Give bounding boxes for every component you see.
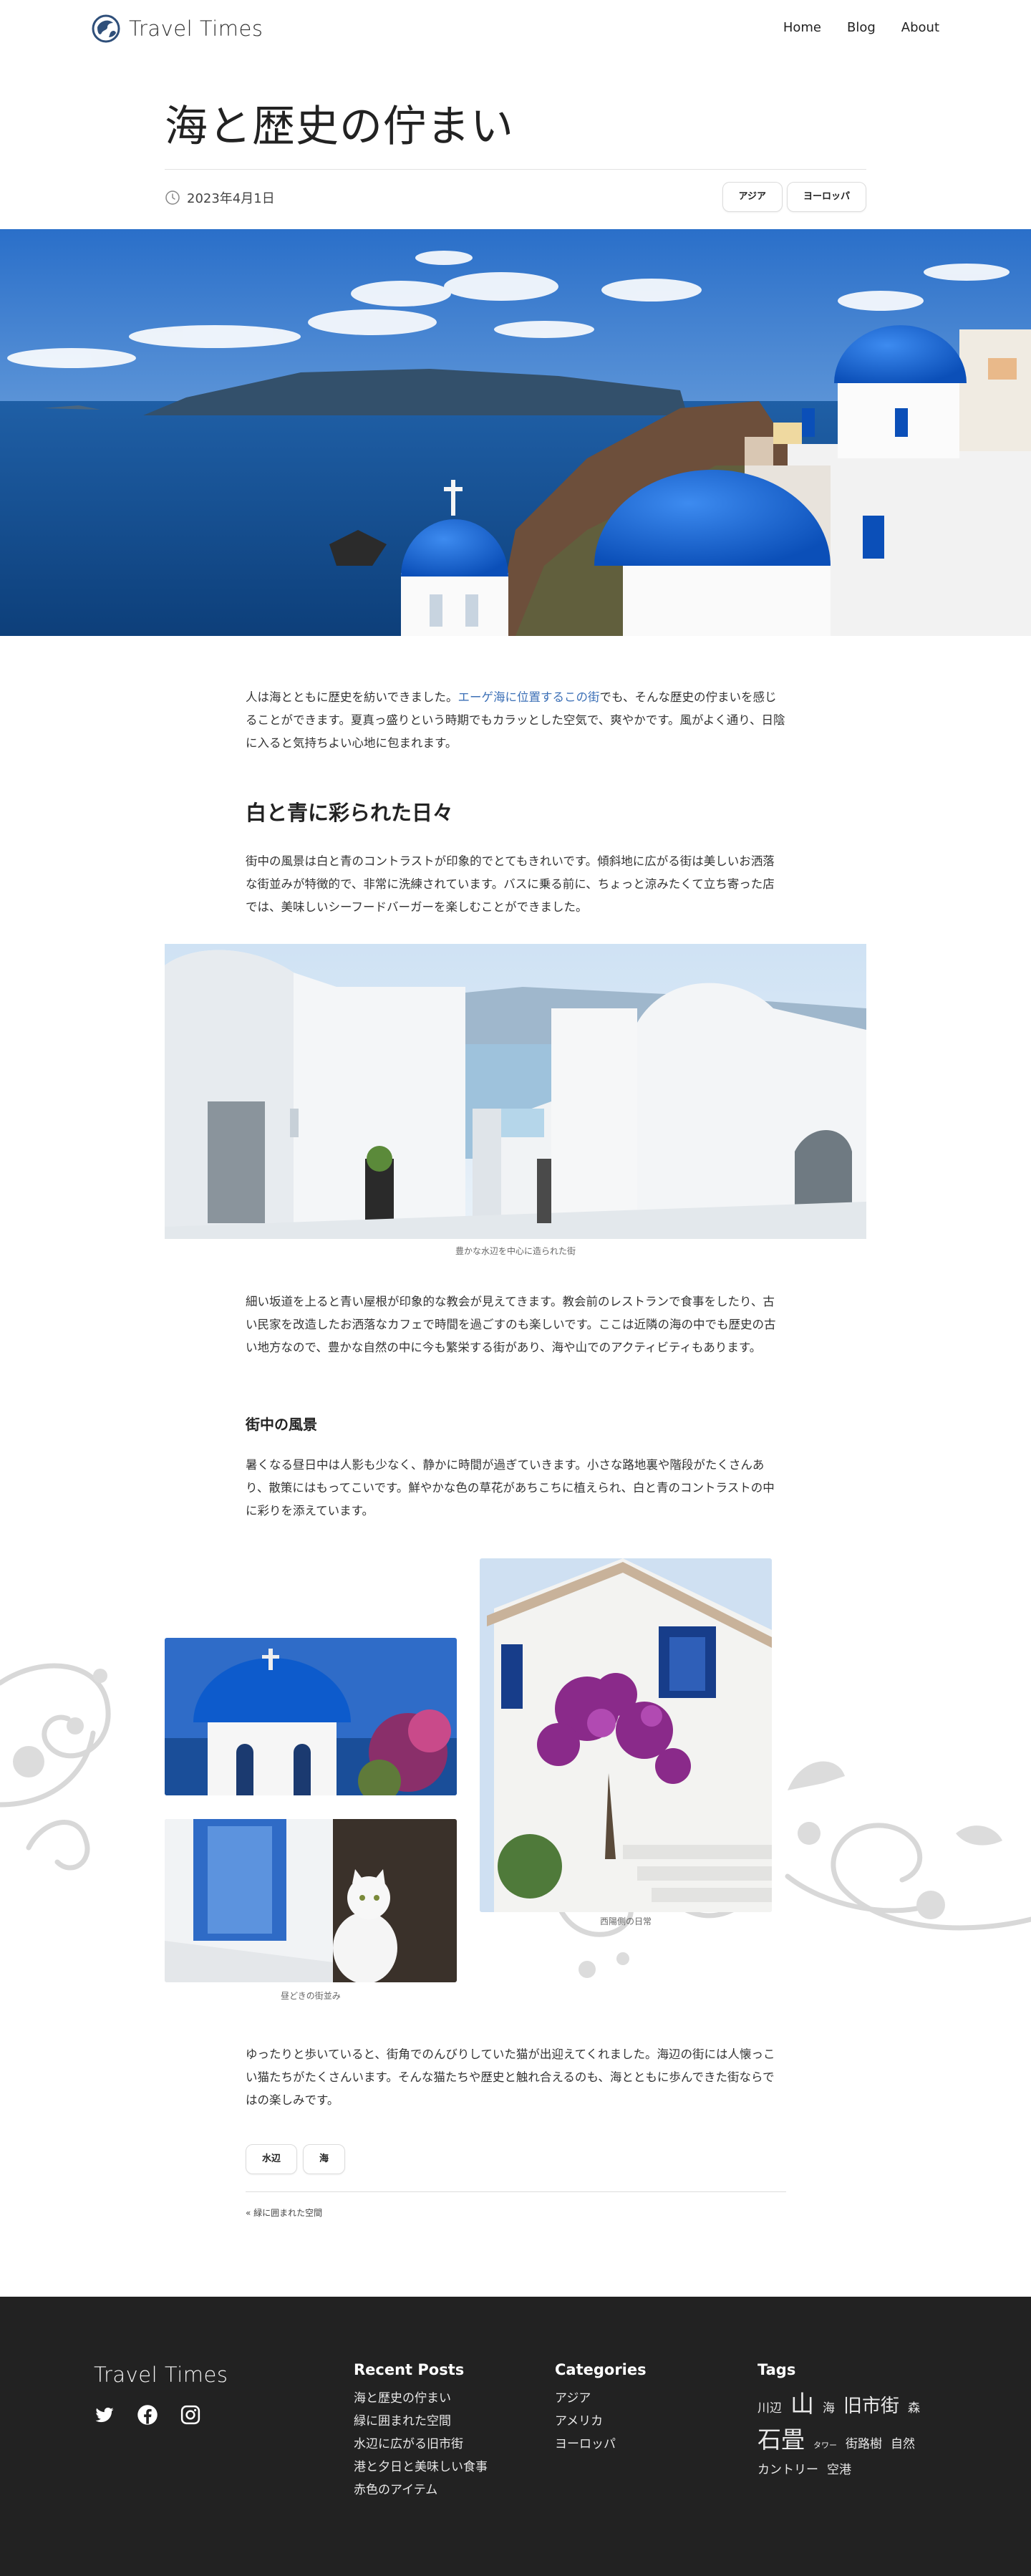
- category-chip-asia[interactable]: アジア: [722, 182, 783, 212]
- paragraph-cats: ゆったりと歩いていると、街角でのんびりしていた猫が出迎えてくれました。海辺の街に…: [246, 2047, 775, 2107]
- main-nav: Home Blog About: [783, 20, 939, 35]
- caption-white-houses: 豊かな水辺を中心に造られた街: [455, 1246, 576, 1256]
- cat-at-door-image: [165, 1819, 457, 1982]
- tag-cloud-link[interactable]: 街路樹: [846, 2438, 882, 2451]
- category-chip-europe[interactable]: ヨーロッパ: [786, 182, 866, 212]
- paragraph-townscape: 街中の風景は白と青のコントラストが印象的でとてもきれいです。傾斜地に広がる街は美…: [246, 854, 775, 914]
- site-logo[interactable]: Travel Times: [92, 14, 263, 43]
- tag-cloud-link[interactable]: カントリー: [757, 2463, 818, 2477]
- tag-cloud-link[interactable]: 川辺: [757, 2402, 782, 2416]
- categories-title: Categories: [555, 2361, 647, 2378]
- tag-cloud-link[interactable]: 自然: [891, 2438, 915, 2451]
- categories-list: アジア アメリカ ヨーロッパ: [555, 2387, 647, 2456]
- page-title: 海と歴史の佇まい: [165, 102, 514, 152]
- tag-cloud-link[interactable]: 森: [908, 2402, 920, 2416]
- nav-blog-link[interactable]: Blog: [847, 20, 876, 35]
- section-heading-white-blue: 白と青に彩られた日々: [246, 801, 454, 825]
- tag-cloud-link[interactable]: 石畳: [757, 2426, 805, 2453]
- recent-post-link[interactable]: 水辺に広がる旧市街: [354, 2433, 488, 2456]
- paragraph-church: 細い坂道を上ると青い屋根が印象的な教会が見えてきます。教会前のレストランで食事を…: [246, 1295, 776, 1354]
- site-name: Travel Times: [129, 16, 263, 41]
- tag-cloud: 川辺山海旧市街 森石畳 タワー 街路樹 自然カントリー 空港: [757, 2391, 965, 2486]
- tag-cloud-link[interactable]: 空港: [827, 2463, 851, 2477]
- paragraph-afternoon: 暑くなる昼日中は人影も少なく、静かに時間が過ぎていきます。小さな路地裏や階段がた…: [246, 1458, 775, 1518]
- recent-posts-list: 海と歴史の佇まい 緑に囲まれた空間 水辺に広がる旧市街 港と夕日と美味しい食事 …: [354, 2387, 488, 2502]
- tags-title: Tags: [757, 2361, 796, 2378]
- recent-post-link[interactable]: 海と歴史の佇まい: [354, 2387, 488, 2410]
- tags-widget: Tags: [757, 2361, 795, 2387]
- instagram-icon[interactable]: [180, 2404, 201, 2426]
- categories-widget: Categories アジア アメリカ ヨーロッパ: [555, 2361, 647, 2456]
- recent-posts-title: Recent Posts: [354, 2361, 465, 2378]
- social-links: [94, 2404, 201, 2426]
- white-house-bougainvillea-image: [480, 1558, 772, 1912]
- aegean-link[interactable]: エーゲ海に位置するこの街: [458, 690, 600, 704]
- clock-icon: [165, 190, 180, 206]
- category-link[interactable]: ヨーロッパ: [555, 2433, 647, 2456]
- nav-about-link[interactable]: About: [901, 20, 939, 35]
- post-tags: 水辺 海: [246, 2144, 346, 2174]
- hero-image: [0, 229, 1031, 636]
- twitter-icon[interactable]: [94, 2404, 115, 2426]
- white-houses-image: [165, 944, 866, 1239]
- intro-text-start: 人は海とともに歴史を紡いできました。: [246, 690, 458, 704]
- intro-paragraph: 人は海とともに歴史を紡いできました。エーゲ海に位置するこの街でも、そんな歴史の佇…: [246, 686, 786, 755]
- recent-post-link[interactable]: 港と夕日と美味しい食事: [354, 2456, 488, 2479]
- globe-logo-icon: [92, 14, 120, 43]
- facebook-icon[interactable]: [137, 2404, 158, 2426]
- recent-post-link[interactable]: 赤色のアイテム: [354, 2479, 488, 2502]
- site-header: Travel Times Home Blog About: [0, 0, 1031, 57]
- section-heading-streets: 街中の風景: [246, 1416, 317, 1433]
- recent-post-link[interactable]: 緑に囲まれた空間: [354, 2410, 488, 2433]
- tag-cloud-link[interactable]: 旧市街: [843, 2396, 899, 2417]
- category-chips: アジア ヨーロッパ: [722, 182, 866, 212]
- category-link[interactable]: アメリカ: [555, 2410, 647, 2433]
- previous-post-link[interactable]: « 緑に囲まれた空間: [246, 2206, 322, 2219]
- tag-cloud-link[interactable]: 海: [823, 2402, 835, 2416]
- category-link[interactable]: アジア: [555, 2387, 647, 2410]
- caption-noon-streets: 昼どきの街並み: [281, 1991, 341, 2001]
- tag-chip-sea[interactable]: 海: [303, 2144, 346, 2174]
- tag-chip-waterside[interactable]: 水辺: [246, 2144, 298, 2174]
- recent-posts-widget: Recent Posts 海と歴史の佇まい 緑に囲まれた空間 水辺に広がる旧市街…: [354, 2361, 488, 2502]
- site-footer: Travel Times Recent Posts 海と歴史の佇まい 緑に囲まれ…: [0, 2297, 1031, 2576]
- nav-home-link[interactable]: Home: [783, 20, 821, 35]
- tag-cloud-link[interactable]: 山: [790, 2391, 814, 2417]
- title-divider: [165, 169, 866, 170]
- blue-dome-image: [165, 1638, 457, 1795]
- post-date: 2023年4月1日: [165, 188, 275, 207]
- post-date-text: 2023年4月1日: [187, 191, 275, 206]
- caption-west-daily: 西陽側の日常: [599, 1916, 652, 1926]
- post-divider: [246, 2191, 786, 2192]
- tag-cloud-link[interactable]: タワー: [813, 2441, 837, 2450]
- footer-logo[interactable]: Travel Times: [94, 2363, 228, 2387]
